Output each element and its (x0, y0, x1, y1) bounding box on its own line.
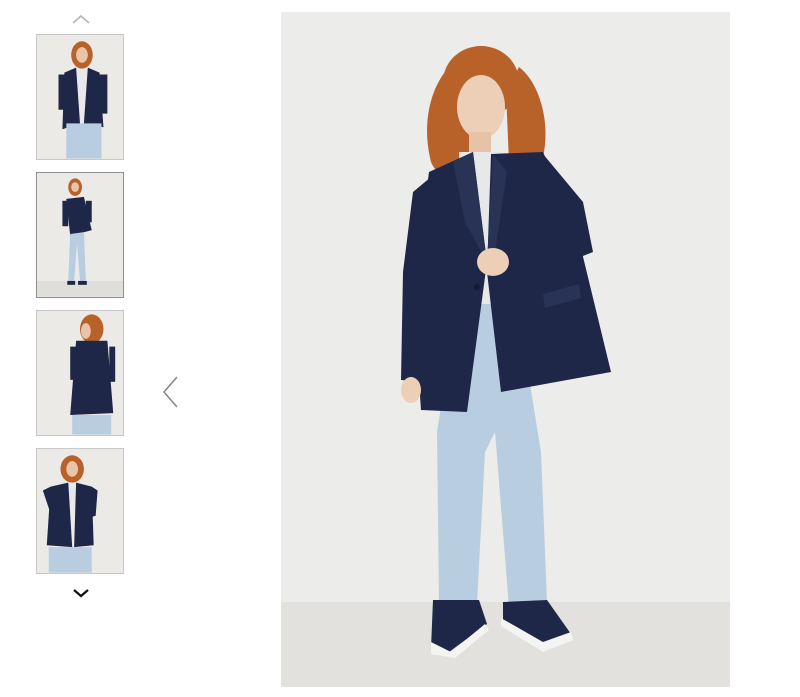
chevron-up-icon[interactable] (70, 12, 92, 26)
main-product-image[interactable] (281, 12, 730, 687)
thumbnail-1[interactable] (36, 34, 124, 160)
model-full-length-photo (281, 12, 730, 687)
chevron-down-icon[interactable] (70, 586, 92, 600)
thumbnail-2[interactable] (36, 172, 124, 298)
thumbnail-4-image (37, 449, 123, 573)
thumbnail-1-image (37, 35, 123, 159)
thumbnail-4[interactable] (36, 448, 124, 574)
thumbnail-3[interactable] (36, 310, 124, 436)
thumbnail-2-image (37, 173, 123, 297)
thumbnail-3-image (37, 311, 123, 435)
chevron-left-icon[interactable] (160, 374, 182, 410)
